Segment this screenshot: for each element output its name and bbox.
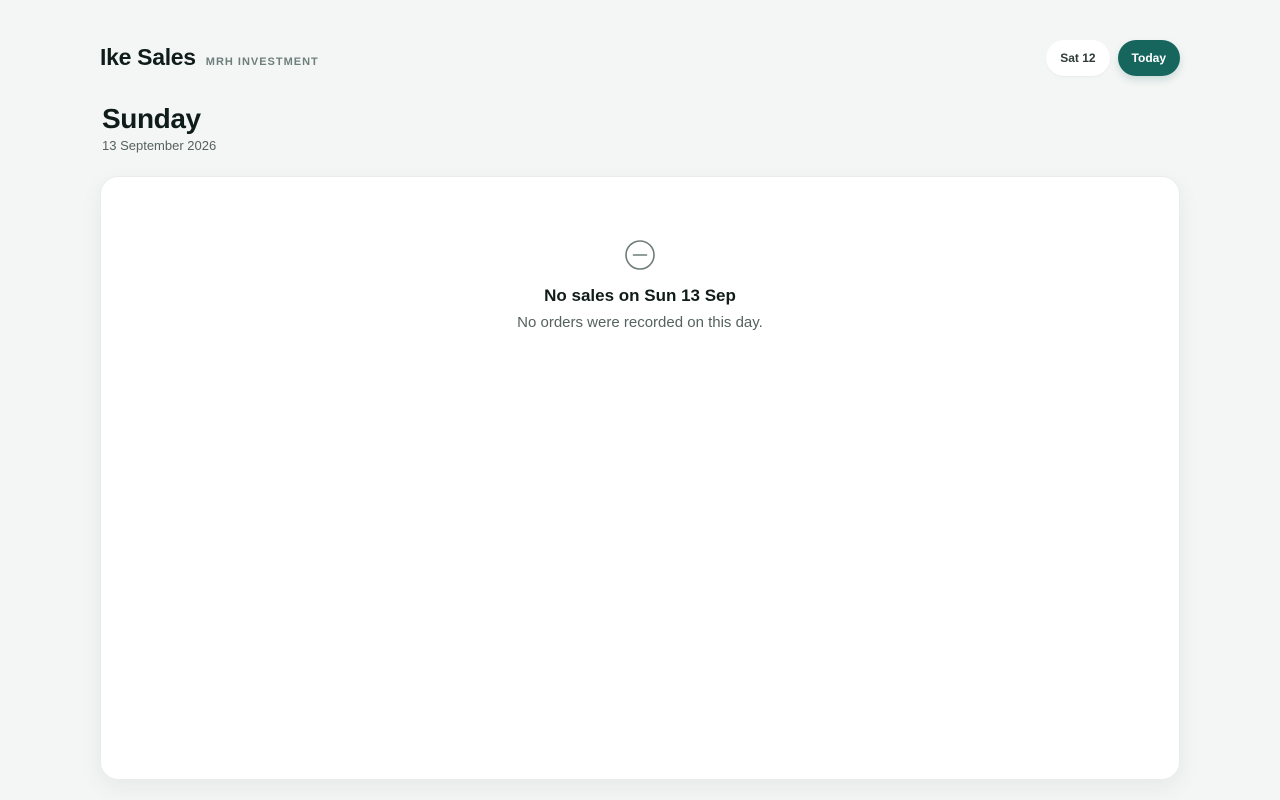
empty-state-description: No orders were recorded on this day. <box>517 314 763 331</box>
page-date: 13 September 2026 <box>102 138 217 153</box>
sales-card: No sales on Sun 13 Sep No orders were re… <box>100 176 1180 780</box>
brand-name: Ike Sales <box>100 44 196 70</box>
day-heading: Sunday 13 September 2026 <box>102 100 216 154</box>
empty-state: No sales on Sun 13 Sep No orders were re… <box>101 239 1179 333</box>
previous-day-button[interactable]: Sat 12 <box>1046 40 1110 76</box>
day-navigation: Sat 12 Today <box>1046 40 1180 76</box>
empty-state-title: No sales on Sun 13 Sep <box>544 286 736 305</box>
app-header: Ike Sales MRH INVESTMENT Sat 12 Today <box>100 40 1180 76</box>
today-button[interactable]: Today <box>1117 40 1180 76</box>
minus-circle-icon <box>625 240 655 270</box>
brand: Ike Sales MRH INVESTMENT <box>100 44 319 71</box>
page-title: Sunday <box>102 103 201 134</box>
brand-subtitle: MRH INVESTMENT <box>205 56 319 68</box>
